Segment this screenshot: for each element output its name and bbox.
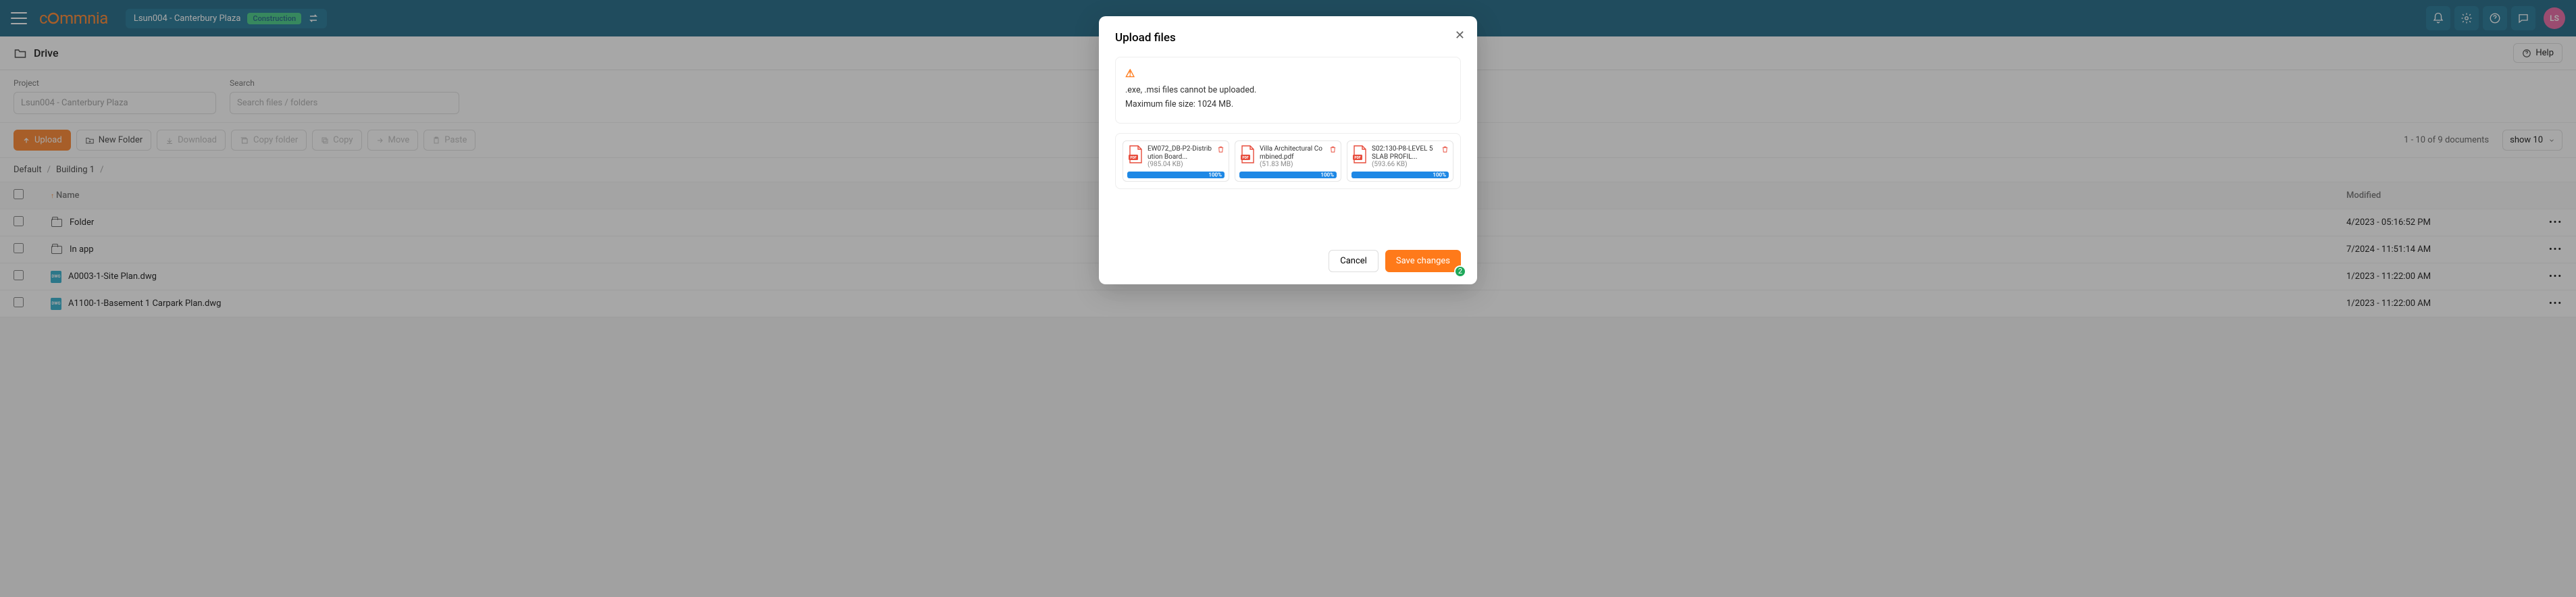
upload-modal: ✕ Upload files ⚠ .exe, .msi files cannot… xyxy=(1099,16,1477,284)
upload-file-name: S02:130-P8-LEVEL 5 SLAB PROFIL...(593.66… xyxy=(1372,145,1437,169)
modal-overlay: ✕ Upload files ⚠ .exe, .msi files cannot… xyxy=(0,0,2576,597)
trash-icon[interactable] xyxy=(1217,145,1225,153)
progress-text: 100% xyxy=(1320,172,1334,178)
upload-file-card: PDF Villa Architectural Combined.pdf(51.… xyxy=(1235,140,1341,182)
progress-text: 100% xyxy=(1208,172,1222,178)
trash-icon[interactable] xyxy=(1441,145,1449,153)
warning-box: ⚠ .exe, .msi files cannot be uploaded. M… xyxy=(1115,57,1461,124)
modal-footer: Cancel Save changes 2 xyxy=(1115,250,1461,272)
trash-icon[interactable] xyxy=(1329,145,1337,153)
upload-file-name: EW072_DB-P2-Distribution Board...(985.04… xyxy=(1148,145,1213,169)
upload-file-card: PDF EW072_DB-P2-Distribution Board...(98… xyxy=(1123,140,1229,182)
pdf-file-icon: PDF xyxy=(1351,145,1368,164)
save-label: Save changes xyxy=(1396,256,1450,266)
save-button[interactable]: Save changes 2 xyxy=(1385,250,1461,272)
svg-text:PDF: PDF xyxy=(1354,156,1360,160)
progress-text: 100% xyxy=(1433,172,1446,178)
warning-line2: Maximum file size: 1024 MB. xyxy=(1125,99,1451,109)
pdf-file-icon: PDF xyxy=(1127,145,1143,164)
progress-bar: 100% xyxy=(1351,172,1449,178)
warning-icon: ⚠ xyxy=(1125,67,1451,80)
pdf-file-icon: PDF xyxy=(1239,145,1256,164)
modal-title: Upload files xyxy=(1115,31,1461,45)
close-icon[interactable]: ✕ xyxy=(1455,28,1465,43)
badge-count: 2 xyxy=(1454,265,1466,278)
upload-file-card: PDF S02:130-P8-LEVEL 5 SLAB PROFIL...(59… xyxy=(1347,140,1453,182)
upload-files-box: PDF EW072_DB-P2-Distribution Board...(98… xyxy=(1115,133,1461,189)
progress-bar: 100% xyxy=(1239,172,1337,178)
svg-text:PDF: PDF xyxy=(1130,156,1136,160)
svg-text:PDF: PDF xyxy=(1242,156,1248,160)
cancel-button[interactable]: Cancel xyxy=(1329,250,1379,272)
upload-file-name: Villa Architectural Combined.pdf(51.83 M… xyxy=(1260,145,1325,169)
progress-bar: 100% xyxy=(1127,172,1225,178)
warning-line1: .exe, .msi files cannot be uploaded. xyxy=(1125,85,1451,95)
